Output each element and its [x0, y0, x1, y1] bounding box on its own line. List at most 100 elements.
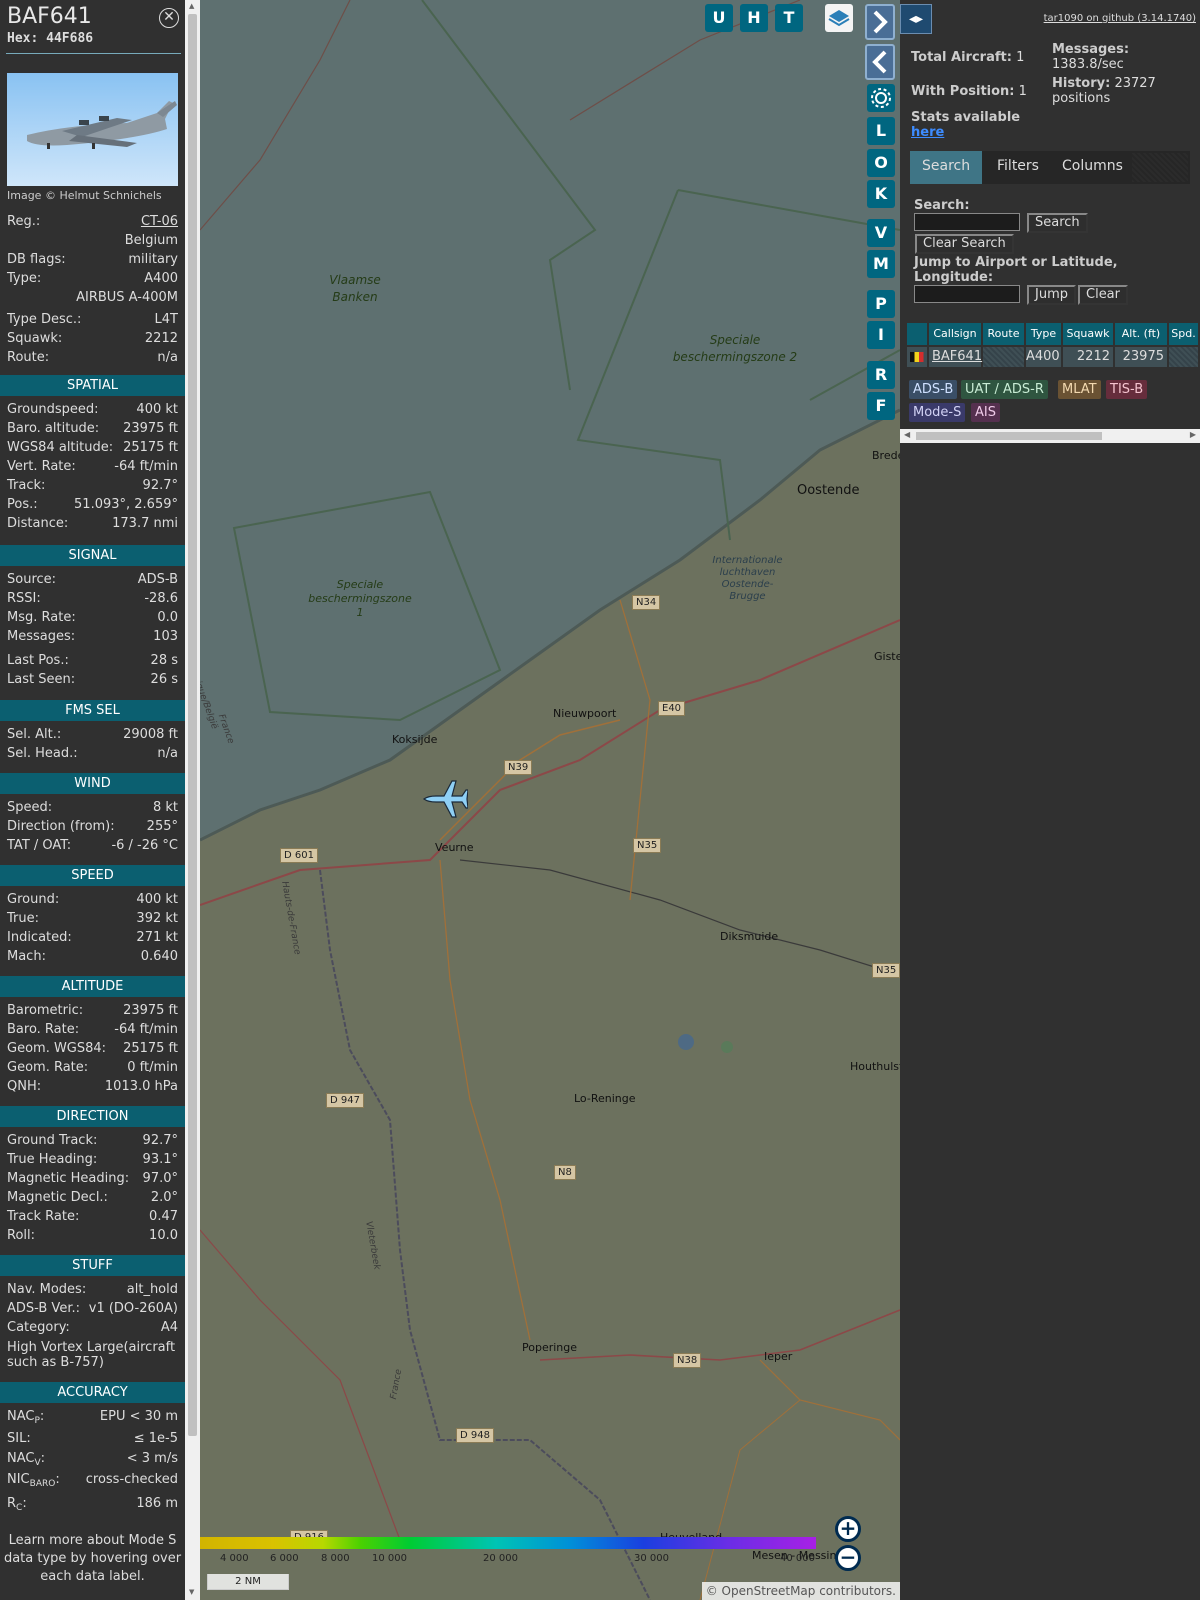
- chevron-right-icon[interactable]: [865, 4, 895, 40]
- info-row-label[interactable]: TAT / OAT:: [7, 838, 71, 853]
- map-button-r[interactable]: R: [867, 361, 895, 389]
- info-row-label[interactable]: Indicated:: [7, 930, 72, 945]
- map-button-h[interactable]: H: [740, 4, 768, 32]
- info-row-label[interactable]: Magnetic Decl.:: [7, 1190, 108, 1205]
- table-header-callsign[interactable]: Callsign: [929, 323, 983, 345]
- clear-button[interactable]: Clear: [1078, 285, 1128, 305]
- section-header-signal[interactable]: SIGNAL: [0, 545, 185, 566]
- map-button-u[interactable]: U: [705, 4, 733, 32]
- registration-link[interactable]: CT-06: [141, 214, 178, 229]
- section-header-fms[interactable]: FMS SEL: [0, 700, 185, 721]
- tab-search[interactable]: Search: [910, 151, 983, 184]
- info-row-label[interactable]: Pos.:: [7, 497, 38, 512]
- map-attribution[interactable]: © OpenStreetMap contributors.: [701, 1582, 900, 1600]
- section-header-stuff[interactable]: STUFF: [0, 1255, 185, 1276]
- info-row-label[interactable]: Direction (from):: [7, 819, 115, 834]
- info-row-label[interactable]: Last Seen:: [7, 672, 75, 687]
- tab-filters[interactable]: Filters: [985, 151, 1051, 184]
- info-row-label[interactable]: NACV:: [7, 1451, 45, 1468]
- info-row-label[interactable]: Geom. WGS84:: [7, 1041, 106, 1056]
- info-row-label[interactable]: Roll:: [7, 1228, 35, 1243]
- scroll-down-icon[interactable]: ▼: [189, 1588, 194, 1596]
- info-row-label[interactable]: SIL:: [7, 1431, 31, 1446]
- legend-chip[interactable]: UAT / ADS-R: [961, 380, 1048, 399]
- info-row-label[interactable]: Msg. Rate:: [7, 610, 76, 625]
- info-scrollbar[interactable]: ▲ ▼: [185, 0, 200, 1600]
- info-row-label[interactable]: Sel. Alt.:: [7, 727, 61, 742]
- info-row-label[interactable]: Ground:: [7, 892, 59, 907]
- info-row-label[interactable]: RSSI:: [7, 591, 41, 606]
- map-button-t[interactable]: T: [775, 4, 803, 32]
- zoom-out-icon[interactable]: −: [835, 1545, 861, 1571]
- info-row-label[interactable]: NICBARO:: [7, 1472, 60, 1489]
- section-header-speed[interactable]: SPEED: [0, 865, 185, 886]
- aircraft-icon[interactable]: [422, 778, 468, 820]
- section-header-altitude[interactable]: ALTITUDE: [0, 976, 185, 997]
- legend-chip[interactable]: MLAT: [1058, 380, 1101, 399]
- info-row-label[interactable]: Groundspeed:: [7, 402, 98, 417]
- table-header-route[interactable]: Route: [983, 323, 1026, 345]
- info-row-label[interactable]: WGS84 altitude:: [7, 440, 113, 455]
- map-button-o[interactable]: O: [867, 149, 895, 177]
- scrollbar-thumb[interactable]: [916, 432, 1102, 440]
- close-icon[interactable]: ✕: [159, 8, 179, 28]
- map-button-v[interactable]: V: [867, 219, 895, 247]
- info-row-label[interactable]: Last Pos.:: [7, 653, 69, 668]
- map-button-p[interactable]: P: [867, 290, 895, 318]
- table-cell-callsign[interactable]: BAF641: [929, 347, 983, 367]
- legend-chip[interactable]: AIS: [971, 403, 1000, 422]
- info-row-label[interactable]: Barometric:: [7, 1003, 83, 1018]
- info-row-label[interactable]: True Heading:: [7, 1152, 97, 1167]
- clear-search-button[interactable]: Clear Search: [915, 234, 1014, 254]
- table-scrollbar[interactable]: ◀ ▶: [900, 429, 1200, 443]
- legend-chip[interactable]: ADS-B: [909, 380, 958, 399]
- info-row-label[interactable]: Track:: [7, 478, 45, 493]
- scroll-up-icon[interactable]: ▲: [189, 2, 194, 10]
- section-header-wind[interactable]: WIND: [0, 773, 185, 794]
- jump-button[interactable]: Jump: [1027, 285, 1076, 305]
- map-view[interactable]: Vlaamse Banken Speciale beschermingszone…: [200, 0, 900, 1600]
- scroll-left-icon[interactable]: ◀: [904, 430, 910, 439]
- legend-chip[interactable]: Mode-S: [909, 403, 966, 422]
- table-header-squawk[interactable]: Squawk: [1063, 323, 1115, 345]
- layers-icon[interactable]: [825, 4, 853, 32]
- version-link[interactable]: tar1090 on github (3.14.1740): [1044, 13, 1196, 24]
- info-row-label[interactable]: NACP:: [7, 1409, 44, 1426]
- section-header-spatial[interactable]: SPATIAL: [0, 375, 185, 396]
- expand-icon[interactable]: ◂▸: [900, 4, 932, 34]
- info-row-label[interactable]: Track Rate:: [7, 1209, 79, 1224]
- info-row-label[interactable]: Mach:: [7, 949, 46, 964]
- info-row-label[interactable]: Source:: [7, 572, 56, 587]
- aircraft-photo[interactable]: [7, 73, 178, 186]
- map-button-m[interactable]: M: [867, 250, 895, 278]
- info-row-label[interactable]: ADS-B Ver.:: [7, 1301, 80, 1316]
- section-header-accuracy[interactable]: ACCURACY: [0, 1382, 185, 1403]
- map-button-f[interactable]: F: [867, 392, 895, 420]
- map-button-k[interactable]: K: [867, 180, 895, 208]
- info-row-label[interactable]: Baro. Rate:: [7, 1022, 79, 1037]
- info-row-label[interactable]: Category:: [7, 1320, 70, 1335]
- search-button[interactable]: Search: [1027, 213, 1088, 233]
- map-button-l[interactable]: L: [867, 117, 895, 145]
- zoom-in-icon[interactable]: +: [835, 1516, 861, 1542]
- tab-columns[interactable]: Columns: [1050, 151, 1135, 184]
- table-header-speed[interactable]: Spd.: [1169, 323, 1200, 345]
- info-row-label[interactable]: Ground Track:: [7, 1133, 97, 1148]
- info-row-label[interactable]: Geom. Rate:: [7, 1060, 88, 1075]
- gear-icon[interactable]: [867, 84, 895, 112]
- info-row-label[interactable]: Messages:: [7, 629, 75, 644]
- info-row-label[interactable]: True:: [7, 911, 39, 926]
- table-header-type[interactable]: Type: [1026, 323, 1063, 345]
- info-row-label[interactable]: Vert. Rate:: [7, 459, 76, 474]
- map-button-i[interactable]: I: [867, 321, 895, 349]
- search-input[interactable]: [914, 213, 1020, 231]
- info-row-label[interactable]: Magnetic Heading:: [7, 1171, 129, 1186]
- info-row-label[interactable]: Speed:: [7, 800, 52, 815]
- info-row-label[interactable]: Sel. Head.:: [7, 746, 78, 761]
- scroll-right-icon[interactable]: ▶: [1190, 430, 1196, 439]
- info-row-label[interactable]: RC:: [7, 1496, 27, 1513]
- section-header-direction[interactable]: DIRECTION: [0, 1106, 185, 1127]
- table-header-altitude[interactable]: Alt. (ft): [1115, 323, 1169, 345]
- info-row-label[interactable]: QNH:: [7, 1079, 41, 1094]
- info-row-label[interactable]: Nav. Modes:: [7, 1282, 86, 1297]
